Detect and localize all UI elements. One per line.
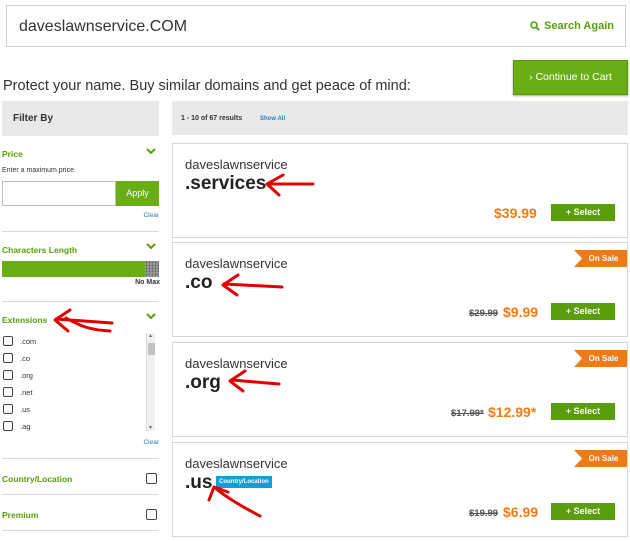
- annotation-arrows: [53, 173, 315, 518]
- annotation-arrow: [228, 369, 281, 393]
- annotation-arrow: [265, 173, 315, 197]
- annotation-arrow: [221, 273, 284, 297]
- annotation-arrow: [53, 308, 114, 333]
- annotation-arrow: [207, 485, 262, 518]
